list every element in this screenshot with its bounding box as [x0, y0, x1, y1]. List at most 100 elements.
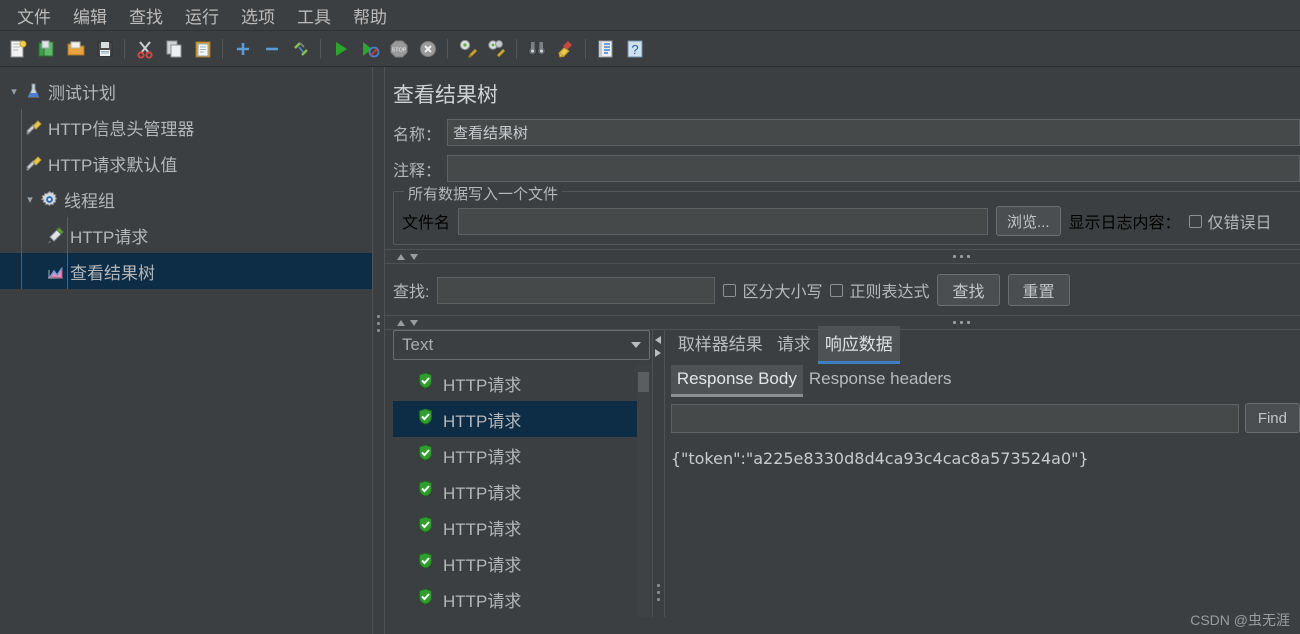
tree-node-label: HTTP信息头管理器 [48, 119, 195, 139]
menu-run[interactable]: 运行 [174, 0, 230, 31]
results-lower-area: Text HTTP请求 HTTP请求 HTTP请求 HTTP请求 HTTP请求 … [385, 326, 1300, 617]
collapse-up-icon[interactable] [397, 319, 405, 326]
splitter-arrows[interactable] [654, 336, 661, 357]
tree-node-http-header-manager[interactable]: HTTP信息头管理器 [0, 109, 372, 145]
filename-input[interactable] [458, 207, 989, 235]
menu-edit[interactable]: 编辑 [62, 0, 118, 31]
search-input[interactable] [437, 276, 716, 304]
add-plus-icon[interactable] [229, 35, 256, 62]
comment-input[interactable] [447, 155, 1300, 182]
splitter-grip[interactable] [656, 584, 660, 605]
write-results-to-file-group: 所有数据写入一个文件 文件名 浏览... 显示日志内容： 仅错误日 [393, 183, 1300, 245]
search-reset-button[interactable]: 重置 [1007, 274, 1070, 306]
scrollbar-thumb[interactable] [637, 372, 649, 392]
checkbox-box[interactable] [830, 283, 844, 297]
results-scrollbar[interactable] [636, 365, 650, 617]
save-icon[interactable] [91, 35, 118, 62]
list-item[interactable]: HTTP请求 [393, 365, 650, 401]
collapse-up-icon[interactable] [397, 253, 405, 260]
response-find-input[interactable] [670, 403, 1239, 433]
menu-file[interactable]: 文件 [6, 0, 62, 31]
clear-icon[interactable] [454, 35, 481, 62]
results-list[interactable]: HTTP请求 HTTP请求 HTTP请求 HTTP请求 HTTP请求 HTTP请… [393, 365, 650, 617]
search-row: 查找: 区分大小写 正则表达式 查找 重置 [385, 274, 1300, 306]
copy-icon[interactable] [160, 35, 187, 62]
tree-node-thread-group[interactable]: ▾ 线程组 [0, 181, 372, 217]
comment-label: 注释： [393, 162, 442, 180]
splitter-arrows[interactable] [397, 319, 418, 326]
tab-response-data[interactable]: 响应数据 [817, 326, 900, 364]
name-input[interactable]: 查看结果树 [447, 119, 1300, 146]
menu-bar: 文件 编辑 查找 运行 选项 工具 帮助 [0, 0, 1300, 31]
subtab-response-body[interactable]: Response Body [670, 365, 803, 397]
menu-search[interactable]: 查找 [118, 0, 174, 31]
start-play-icon[interactable] [327, 35, 354, 62]
splitter-arrows[interactable] [397, 253, 418, 260]
list-item[interactable]: HTTP请求 [393, 545, 650, 581]
tree-guide-line [21, 145, 22, 181]
chevron-down-icon[interactable]: ▾ [22, 193, 38, 206]
list-item-label: HTTP请求 [443, 375, 522, 395]
renderer-select[interactable]: Text [393, 330, 650, 360]
tree-guide-line [67, 253, 68, 289]
name-row: 名称： 查看结果树 [385, 119, 1300, 146]
help-question-icon[interactable]: ? [621, 35, 648, 62]
menu-help[interactable]: 帮助 [342, 0, 398, 31]
remove-minus-icon[interactable] [258, 35, 285, 62]
toggle-icon[interactable] [287, 35, 314, 62]
menu-options[interactable]: 选项 [230, 0, 286, 31]
search-find-button[interactable]: 查找 [937, 274, 1000, 306]
clear-all-icon[interactable] [483, 35, 510, 62]
chevron-down-icon[interactable]: ▾ [6, 85, 22, 98]
tree-node-view-results-tree[interactable]: 查看结果树 [0, 253, 372, 289]
list-item[interactable]: HTTP请求 [393, 581, 650, 617]
tree-node-label: 测试计划 [48, 83, 116, 103]
response-find-button[interactable]: Find [1244, 403, 1300, 433]
paste-clipboard-icon[interactable] [189, 35, 216, 62]
splitter-grip[interactable] [953, 255, 970, 258]
tab-sampler-result[interactable]: 取样器结果 [671, 326, 770, 364]
start-no-pauses-icon[interactable] [356, 35, 383, 62]
open-folder-icon[interactable] [62, 35, 89, 62]
list-item[interactable]: HTTP请求 [393, 401, 650, 437]
splitter-grip[interactable] [953, 321, 970, 324]
tree-node-test-plan[interactable]: ▾ 测试计划 [0, 73, 372, 109]
chevron-down-icon[interactable] [630, 342, 641, 348]
shutdown-icon[interactable] [414, 35, 441, 62]
splitter-grip[interactable] [377, 315, 380, 336]
tree-node-http-defaults[interactable]: HTTP请求默认值 [0, 145, 372, 181]
list-item[interactable]: HTTP请求 [393, 509, 650, 545]
collapse-right-icon[interactable] [654, 349, 661, 357]
case-sensitive-checkbox[interactable]: 区分大小写 [723, 278, 822, 302]
search-binoculars-icon[interactable] [523, 35, 550, 62]
toolbar-separator [320, 38, 321, 59]
collapse-down-icon[interactable] [410, 253, 418, 260]
subtab-response-headers[interactable]: Response headers [803, 365, 958, 397]
list-item[interactable]: HTTP请求 [393, 473, 650, 509]
results-splitter-top[interactable] [385, 249, 1300, 264]
test-plan-tree[interactable]: ▾ 测试计划 HTTP信息头管理器 HTTP请求默认值 ▾ 线程组 HTTP请求… [0, 67, 372, 634]
list-item[interactable]: HTTP请求 [393, 437, 650, 473]
errors-only-checkbox[interactable]: 仅错误日 [1188, 209, 1272, 233]
response-find-row: Find [665, 397, 1300, 433]
cut-scissors-icon[interactable] [131, 35, 158, 62]
function-helper-icon[interactable] [592, 35, 619, 62]
open-template-icon[interactable] [33, 35, 60, 62]
regex-checkbox[interactable]: 正则表达式 [830, 278, 929, 302]
checkbox-box[interactable] [723, 283, 737, 297]
tree-panel-splitter[interactable] [372, 67, 385, 634]
name-label: 名称： [393, 126, 442, 144]
checkbox-box[interactable] [1188, 214, 1202, 228]
collapse-left-icon[interactable] [654, 336, 661, 344]
menu-tools[interactable]: 工具 [286, 0, 342, 31]
collapse-down-icon[interactable] [410, 319, 418, 326]
new-document-icon[interactable] [4, 35, 31, 62]
tree-node-http-request[interactable]: HTTP请求 [0, 217, 372, 253]
detail-splitter[interactable] [651, 330, 665, 617]
svg-text:?: ? [631, 42, 638, 57]
browse-button[interactable]: 浏览... [996, 206, 1061, 236]
success-shield-icon [417, 588, 434, 610]
stop-icon[interactable]: STOP [385, 35, 412, 62]
search-reset-broom-icon[interactable] [552, 35, 579, 62]
tab-request[interactable]: 请求 [770, 326, 818, 364]
